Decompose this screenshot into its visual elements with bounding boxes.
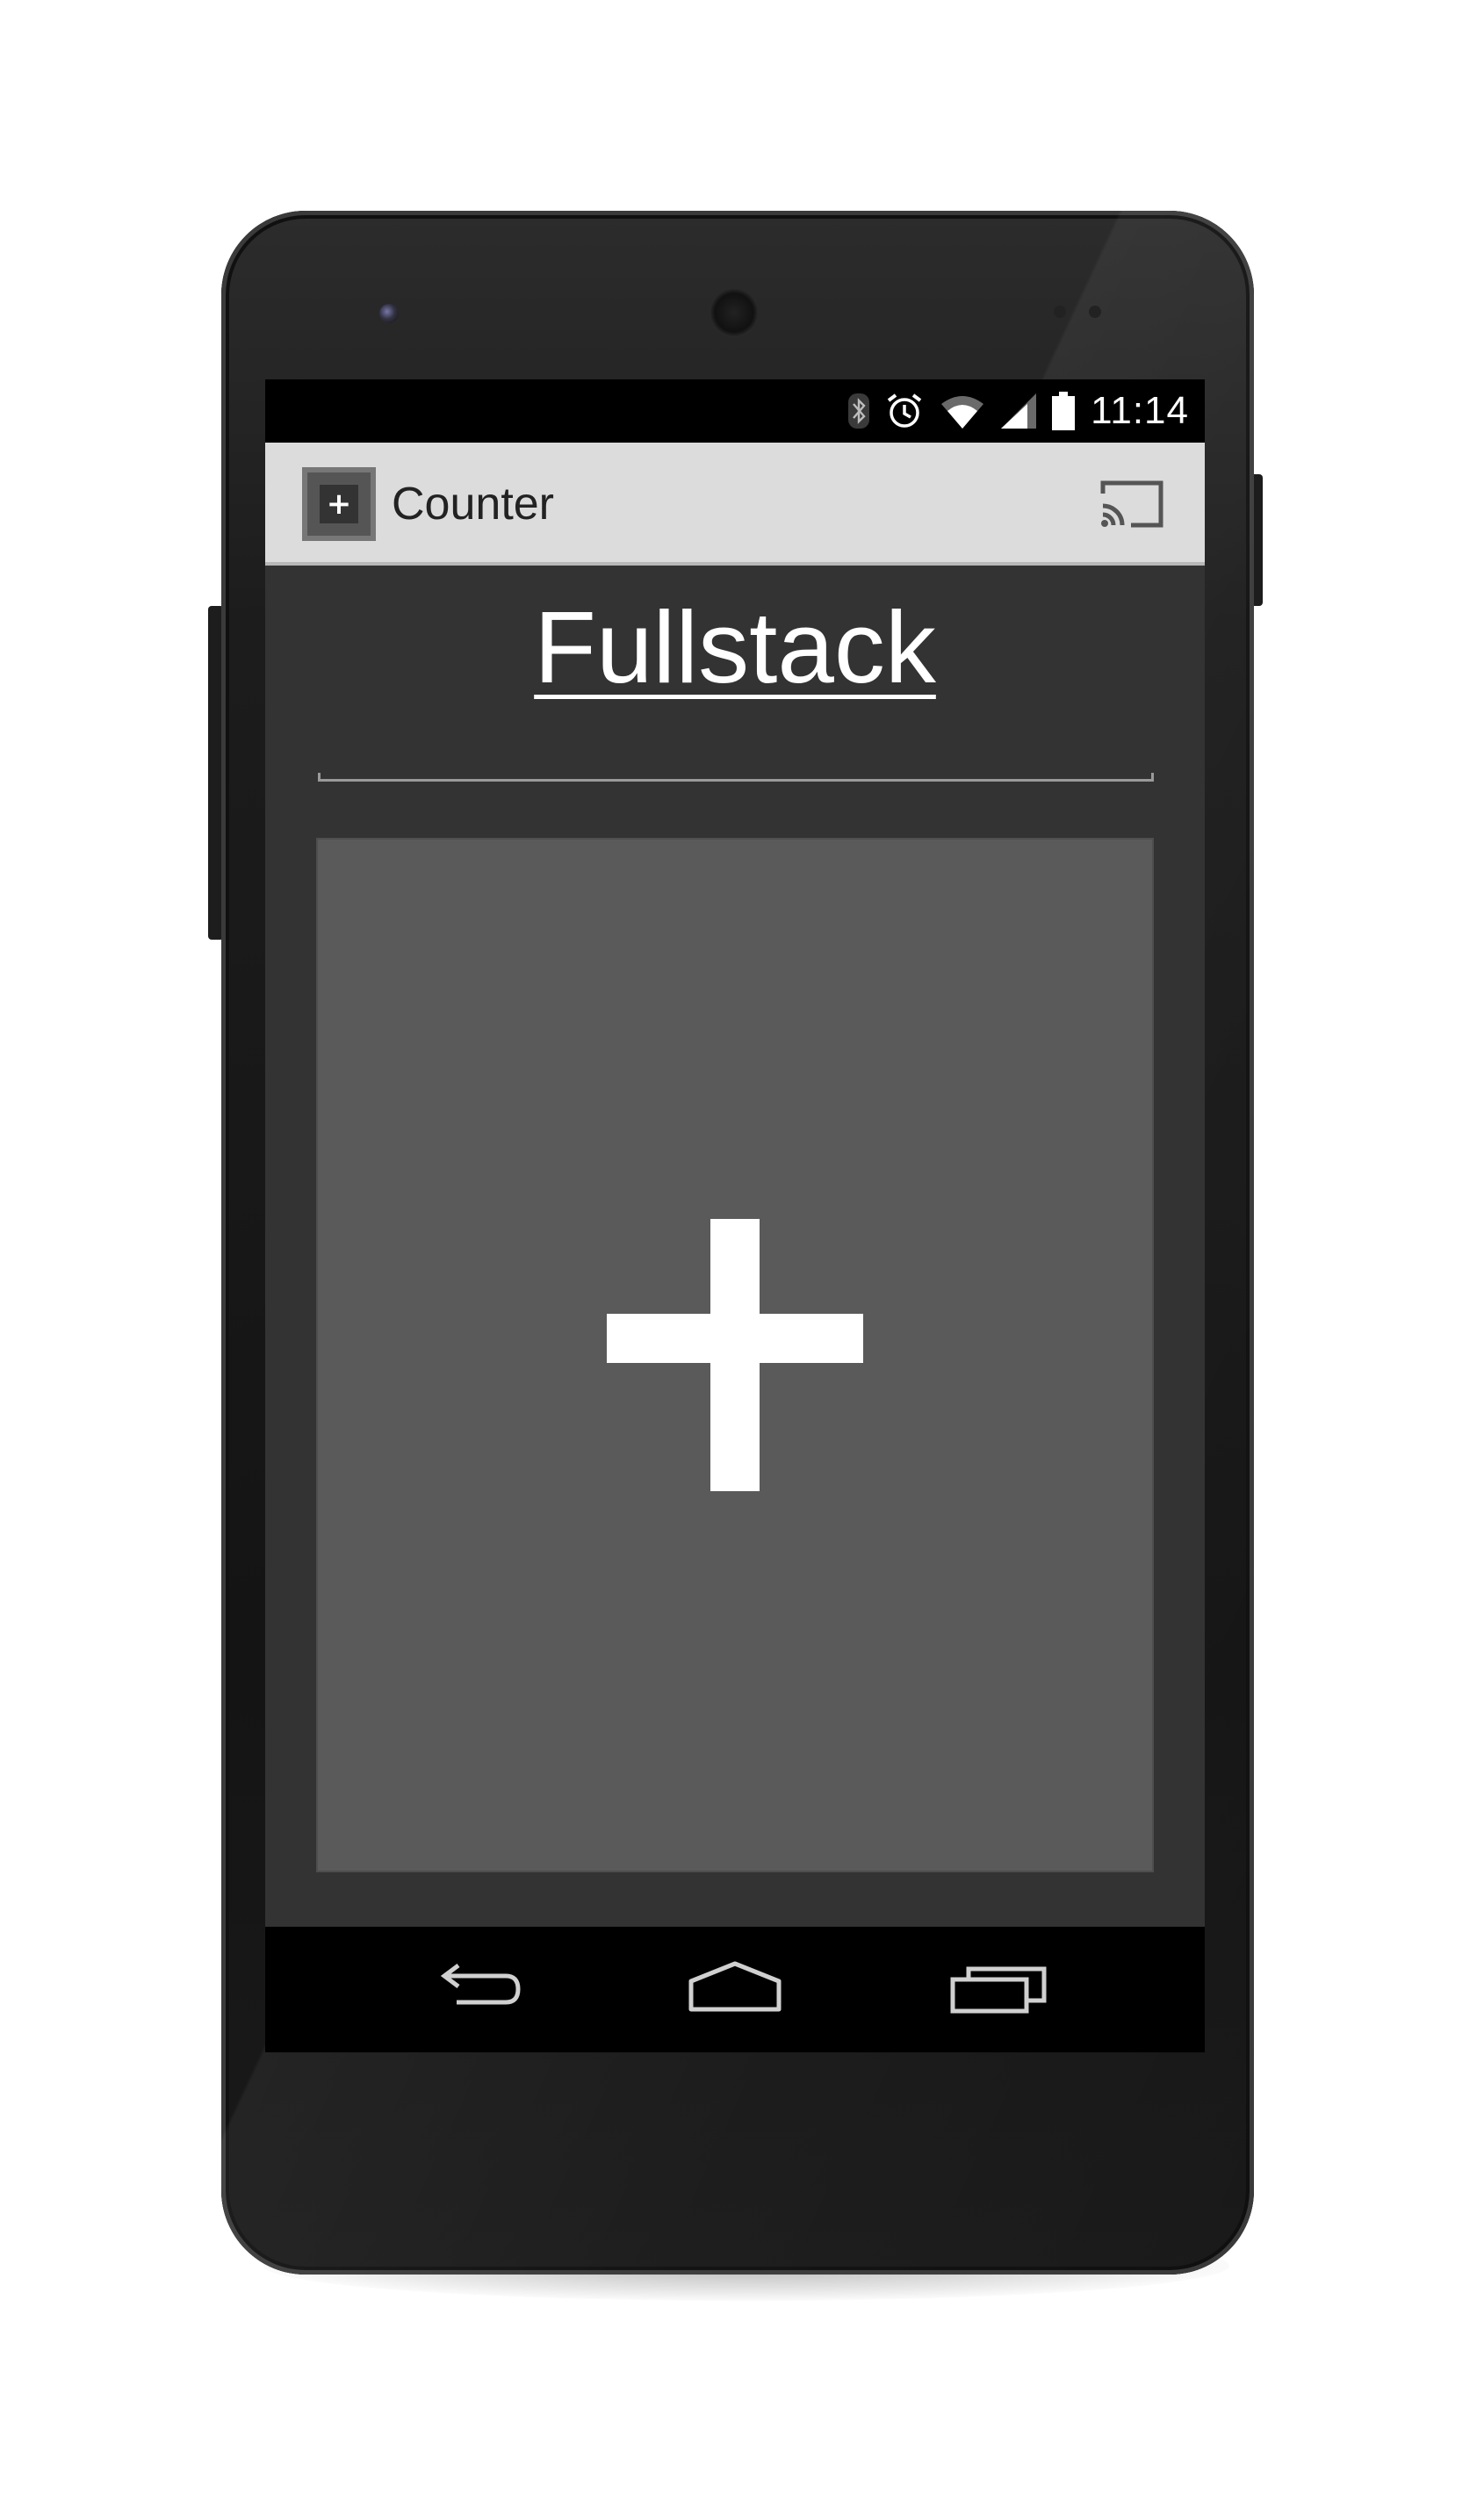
status-bar: 11:14 bbox=[265, 379, 1205, 443]
recents-button[interactable] bbox=[946, 1951, 1051, 2027]
recents-icon bbox=[950, 1966, 1047, 2014]
proximity-sensor-icon bbox=[1054, 306, 1066, 318]
plus-icon-vertical-bar bbox=[710, 1219, 760, 1491]
back-button[interactable] bbox=[423, 1951, 529, 2027]
battery-icon bbox=[1052, 392, 1076, 430]
status-time: 11:14 bbox=[1091, 389, 1189, 432]
increment-button[interactable] bbox=[318, 840, 1152, 1871]
cast-button[interactable] bbox=[1096, 476, 1168, 532]
status-icons: 11:14 bbox=[848, 379, 1189, 443]
cast-icon bbox=[1100, 480, 1163, 528]
home-icon bbox=[688, 1961, 782, 2012]
front-camera-icon bbox=[379, 304, 399, 323]
stage: 11:14 + Counter Fullstack bbox=[0, 0, 1484, 2509]
app-icon[interactable]: + bbox=[302, 467, 376, 541]
phone-screen: 11:14 + Counter Fullstack bbox=[265, 379, 1205, 2052]
light-sensor-icon bbox=[1089, 306, 1101, 318]
home-button[interactable] bbox=[682, 1951, 788, 2027]
alarm-icon bbox=[887, 393, 922, 428]
bluetooth-icon bbox=[848, 393, 870, 429]
content-title-wrap: Fullstack bbox=[318, 581, 1152, 722]
app-title: Counter bbox=[392, 479, 554, 530]
title-divider bbox=[318, 773, 1154, 782]
content-title: Fullstack bbox=[534, 590, 936, 704]
action-bar: + Counter bbox=[265, 443, 1205, 566]
back-icon bbox=[440, 1964, 521, 2005]
navigation-bar bbox=[265, 1927, 1205, 2052]
earpiece-speaker-icon bbox=[710, 288, 759, 337]
signal-icon bbox=[1001, 393, 1037, 429]
wifi-icon bbox=[941, 396, 984, 429]
plus-icon: + bbox=[320, 485, 358, 523]
